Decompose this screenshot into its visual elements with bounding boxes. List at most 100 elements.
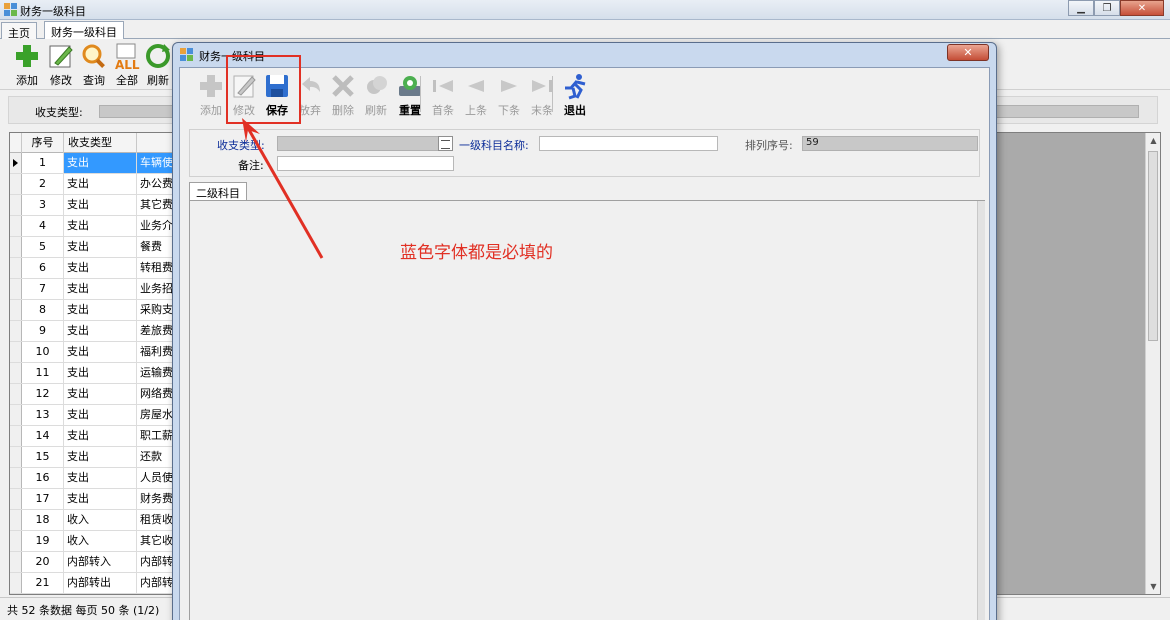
table-row[interactable]: 13 支出 房屋水	[10, 405, 180, 426]
row-header[interactable]	[10, 363, 22, 383]
table-row[interactable]: 20 内部转入 内部转	[10, 552, 180, 573]
cell-type[interactable]: 支出	[64, 237, 137, 257]
cell-type[interactable]: 支出	[64, 174, 137, 194]
table-row[interactable]: 16 支出 人员使	[10, 468, 180, 489]
cell-no[interactable]: 8	[22, 300, 64, 320]
dialog-delete-button[interactable]: 删除	[326, 72, 360, 118]
row-header[interactable]	[10, 342, 22, 362]
cell-type[interactable]: 支出	[64, 363, 137, 383]
cell-type[interactable]: 收入	[64, 531, 137, 551]
note-field-input[interactable]	[277, 156, 454, 171]
row-header[interactable]	[10, 573, 22, 593]
cell-no[interactable]: 2	[22, 174, 64, 194]
row-header[interactable]	[10, 552, 22, 572]
main-refresh-button[interactable]: 刷新	[140, 42, 176, 88]
cell-type[interactable]: 支出	[64, 216, 137, 236]
table-row[interactable]: 4 支出 业务介	[10, 216, 180, 237]
row-header[interactable]	[10, 405, 22, 425]
cell-type[interactable]: 收入	[64, 510, 137, 530]
dialog-exit-button[interactable]: 退出	[558, 72, 592, 118]
table-row[interactable]: 15 支出 还款	[10, 447, 180, 468]
scroll-thumb[interactable]	[1148, 151, 1158, 341]
row-header[interactable]	[10, 153, 22, 173]
cell-no[interactable]: 18	[22, 510, 64, 530]
cell-no[interactable]: 21	[22, 573, 64, 593]
table-row[interactable]: 3 支出 其它费	[10, 195, 180, 216]
tab-finance-subject[interactable]: 财务一级科目	[44, 21, 124, 39]
row-header[interactable]	[10, 321, 22, 341]
dialog-next-button[interactable]: 下条	[492, 72, 526, 118]
main-add-button[interactable]: 添加	[9, 42, 45, 88]
close-button[interactable]: ✕	[1120, 0, 1164, 16]
table-row[interactable]: 9 支出 差旅费	[10, 321, 180, 342]
grid-header-no[interactable]: 序号	[22, 133, 64, 153]
row-header[interactable]	[10, 174, 22, 194]
cell-type[interactable]: 内部转出	[64, 573, 137, 593]
table-row[interactable]: 2 支出 办公费	[10, 174, 180, 195]
cell-type[interactable]: 支出	[64, 300, 137, 320]
row-header[interactable]	[10, 279, 22, 299]
tab-home[interactable]: 主页	[1, 22, 37, 40]
cell-no[interactable]: 20	[22, 552, 64, 572]
dialog-last-button[interactable]: 末条	[525, 72, 559, 118]
cell-no[interactable]: 13	[22, 405, 64, 425]
dialog-close-button[interactable]: ✕	[947, 44, 989, 61]
cell-no[interactable]: 6	[22, 258, 64, 278]
cell-no[interactable]: 4	[22, 216, 64, 236]
row-header[interactable]	[10, 258, 22, 278]
dialog-add-button[interactable]: 添加	[194, 72, 228, 118]
table-row[interactable]: 14 支出 职工薪	[10, 426, 180, 447]
cell-no[interactable]: 9	[22, 321, 64, 341]
main-edit-button[interactable]: 修改	[43, 42, 79, 88]
table-row[interactable]: 12 支出 网络费	[10, 384, 180, 405]
cell-type[interactable]: 支出	[64, 153, 137, 173]
row-header[interactable]	[10, 510, 22, 530]
cell-type[interactable]: 支出	[64, 405, 137, 425]
cell-type[interactable]: 支出	[64, 468, 137, 488]
sort-field-input[interactable]: 59	[802, 136, 978, 151]
type-dropdown-icon[interactable]	[438, 136, 453, 151]
dialog-refresh-button[interactable]: 刷新	[359, 72, 393, 118]
row-header[interactable]	[10, 300, 22, 320]
table-row[interactable]: 11 支出 运输费	[10, 363, 180, 384]
cell-no[interactable]: 3	[22, 195, 64, 215]
cell-no[interactable]: 7	[22, 279, 64, 299]
table-row[interactable]: 1 支出 车辆使	[10, 153, 180, 174]
cell-no[interactable]: 1	[22, 153, 64, 173]
cell-type[interactable]: 内部转入	[64, 552, 137, 572]
cell-type[interactable]: 支出	[64, 426, 137, 446]
dialog-prev-button[interactable]: 上条	[459, 72, 493, 118]
table-row[interactable]: 17 支出 财务费	[10, 489, 180, 510]
row-header[interactable]	[10, 216, 22, 236]
cell-no[interactable]: 14	[22, 426, 64, 446]
row-header[interactable]	[10, 489, 22, 509]
grid-header-type[interactable]: 收支类型	[64, 133, 137, 153]
name-field-input[interactable]	[539, 136, 718, 151]
table-row[interactable]: 21 内部转出 内部转	[10, 573, 180, 594]
cell-type[interactable]: 支出	[64, 447, 137, 467]
table-row[interactable]: 7 支出 业务招	[10, 279, 180, 300]
main-search-button[interactable]: 查询	[76, 42, 112, 88]
secondary-scrollbar[interactable]	[977, 201, 985, 620]
row-header[interactable]	[10, 384, 22, 404]
cell-no[interactable]: 11	[22, 363, 64, 383]
cell-type[interactable]: 支出	[64, 384, 137, 404]
table-row[interactable]: 5 支出 餐费	[10, 237, 180, 258]
row-header[interactable]	[10, 468, 22, 488]
cell-no[interactable]: 16	[22, 468, 64, 488]
cell-type[interactable]: 支出	[64, 258, 137, 278]
tab-secondary-subject[interactable]: 二级科目	[189, 182, 247, 200]
cell-no[interactable]: 10	[22, 342, 64, 362]
cell-type[interactable]: 支出	[64, 279, 137, 299]
cell-no[interactable]: 15	[22, 447, 64, 467]
type-field-input[interactable]	[277, 136, 439, 151]
dialog-first-button[interactable]: 首条	[426, 72, 460, 118]
row-header[interactable]	[10, 237, 22, 257]
grid-vertical-scrollbar[interactable]: ▲ ▼	[1145, 133, 1160, 594]
restore-button[interactable]: ❐	[1094, 0, 1120, 16]
table-row[interactable]: 6 支出 转租费	[10, 258, 180, 279]
row-header[interactable]	[10, 447, 22, 467]
table-row[interactable]: 10 支出 福利费	[10, 342, 180, 363]
scroll-up-arrow-icon[interactable]: ▲	[1146, 133, 1160, 148]
row-header[interactable]	[10, 531, 22, 551]
